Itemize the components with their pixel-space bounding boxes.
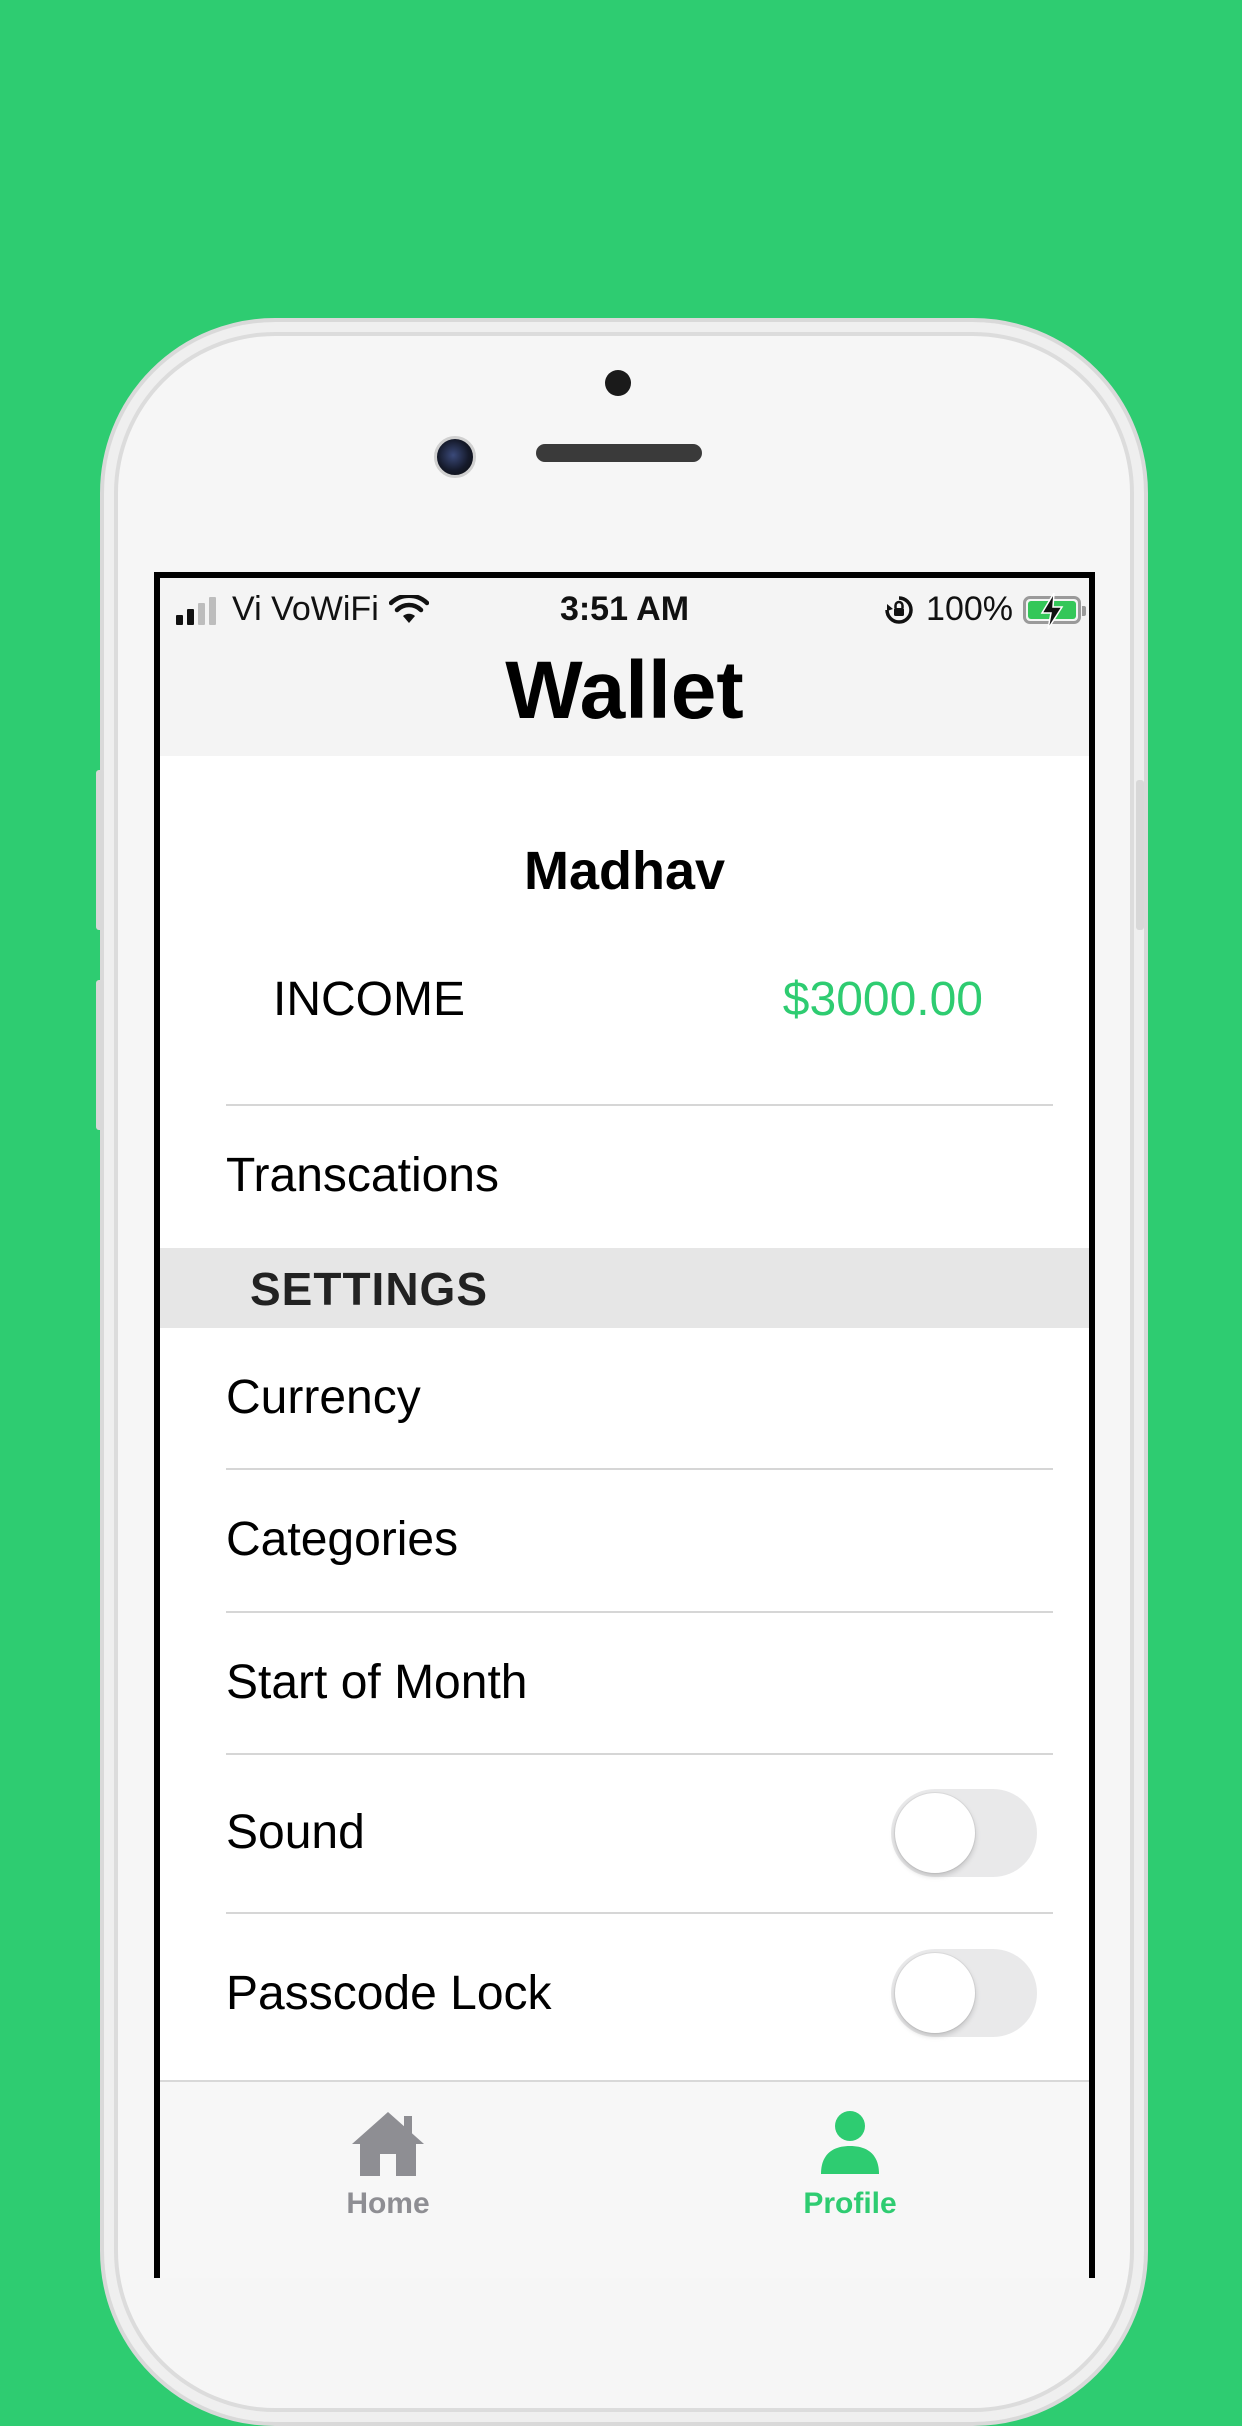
toggle-knob: [895, 1953, 975, 2033]
settings-section-header: SETTINGS: [160, 1248, 1089, 1328]
status-right: 100%: [882, 590, 1086, 629]
tab-profile-label: Profile: [803, 2187, 897, 2220]
battery-icon: [1023, 592, 1086, 629]
income-label: INCOME: [273, 973, 465, 1026]
passcode-lock-row: Passcode Lock: [160, 1914, 1089, 2074]
categories-row[interactable]: Categories: [160, 1470, 1089, 1610]
phone-side-button: [96, 980, 104, 1130]
income-value: $3000.00: [782, 973, 983, 1026]
start-of-month-label: Start of Month: [226, 1656, 528, 1709]
proximity-sensor: [605, 370, 631, 396]
status-bar: Vi VoWiFi 3:51 AM 100%: [160, 578, 1089, 638]
earpiece-speaker: [536, 444, 702, 462]
phone-side-button: [1136, 780, 1144, 930]
tab-profile[interactable]: Profile: [750, 2108, 950, 2221]
orientation-lock-icon: [885, 595, 913, 624]
categories-label: Categories: [226, 1513, 459, 1566]
battery-percent: 100%: [926, 590, 1013, 628]
phone-screen: Vi VoWiFi 3:51 AM 100% Wallet Madhav INC…: [154, 572, 1095, 2278]
transactions-row[interactable]: Transcations: [160, 1106, 1089, 1246]
tab-home-label: Home: [346, 2187, 430, 2220]
tab-home[interactable]: Home: [288, 2108, 488, 2221]
passcode-lock-label: Passcode Lock: [226, 1967, 552, 2020]
sound-label: Sound: [226, 1806, 365, 1859]
phone-side-button: [96, 770, 104, 930]
passcode-lock-toggle[interactable]: [891, 1949, 1037, 2037]
transactions-label: Transcations: [226, 1149, 499, 1202]
front-camera: [434, 436, 476, 478]
navigation-bar: Wallet: [160, 638, 1089, 756]
house-icon: [352, 2112, 424, 2176]
page-title: Wallet: [505, 645, 744, 736]
currency-label: Currency: [226, 1371, 421, 1424]
sound-row: Sound: [160, 1755, 1089, 1913]
sound-toggle[interactable]: [891, 1789, 1037, 1877]
currency-row[interactable]: Currency: [160, 1328, 1089, 1468]
tab-bar: Home Profile: [160, 2080, 1089, 2278]
toggle-knob: [895, 1793, 975, 1873]
person-icon: [821, 2111, 879, 2174]
start-of-month-row[interactable]: Start of Month: [160, 1613, 1089, 1753]
settings-header-label: SETTINGS: [250, 1263, 489, 1315]
user-name: Madhav: [523, 841, 726, 901]
